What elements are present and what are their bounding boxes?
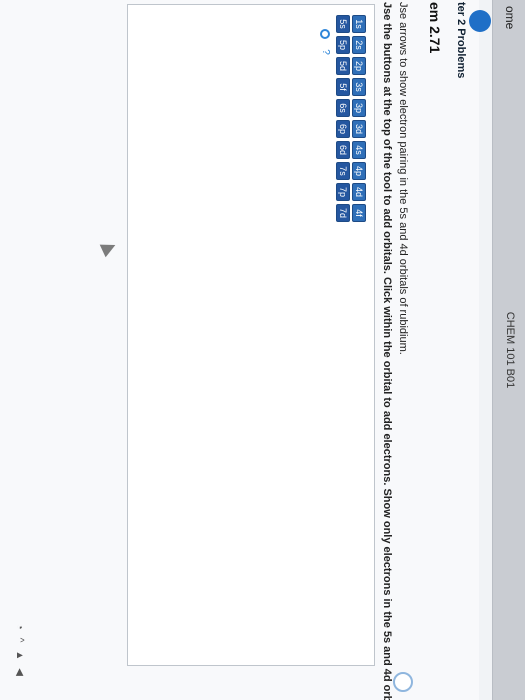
orbital-button-5p[interactable]: 5p xyxy=(336,36,350,54)
tool-icon-row: ? xyxy=(320,29,331,57)
orbital-button-1s[interactable]: 1s xyxy=(352,15,366,33)
orbital-button-3s[interactable]: 3s xyxy=(352,78,366,96)
orbital-button-2p[interactable]: 2p xyxy=(352,57,366,75)
user-icon[interactable]: ◔ xyxy=(14,624,25,630)
volume-icon[interactable]: ◀ xyxy=(14,668,25,676)
instruction-line-2: Jse the buttons at the top of the tool t… xyxy=(381,2,393,700)
orbital-button-6s[interactable]: 6s xyxy=(336,99,350,117)
system-tray: ◔ ^ ▲ ◀ xyxy=(14,624,25,676)
orbital-button-4f[interactable]: 4f xyxy=(352,204,366,222)
scroll-handle[interactable] xyxy=(393,672,413,692)
reset-icon[interactable] xyxy=(320,29,330,39)
rotated-screen: ome CHEM 101 B01 ter 2 Problems em 2.71 … xyxy=(0,0,525,700)
orbital-button-5f[interactable]: 5f xyxy=(336,78,350,96)
orbital-button-row-2: 5s 5p 5d 5f 6s 6p 6d 7s 7p 7d xyxy=(336,15,350,222)
orbital-button-row-1: 1s 2s 2p 3s 3p 3d 4s 4p 4d 4f xyxy=(352,15,366,222)
notification-badge[interactable] xyxy=(469,10,491,32)
orbital-button-2s[interactable]: 2s xyxy=(352,36,366,54)
orbital-button-5s[interactable]: 5s xyxy=(336,15,350,33)
orbital-button-4d[interactable]: 4d xyxy=(352,183,366,201)
chevron-up-icon[interactable]: ^ xyxy=(14,638,25,643)
orbital-button-7p[interactable]: 7p xyxy=(336,183,350,201)
help-icon[interactable]: ? xyxy=(320,47,331,57)
network-icon[interactable]: ▲ xyxy=(14,650,25,660)
orbital-button-7s[interactable]: 7s xyxy=(336,162,350,180)
orbital-button-4s[interactable]: 4s xyxy=(352,141,366,159)
orbital-button-3d[interactable]: 3d xyxy=(352,120,366,138)
orbital-button-6d[interactable]: 6d xyxy=(336,141,350,159)
orbital-button-5d[interactable]: 5d xyxy=(336,57,350,75)
top-bar: ome CHEM 101 B01 xyxy=(492,0,525,700)
breadcrumb-chapter[interactable]: ter 2 Problems xyxy=(455,2,467,78)
orbital-button-3p[interactable]: 3p xyxy=(352,99,366,117)
page-title: em 2.71 xyxy=(427,2,443,54)
course-title: CHEM 101 B01 xyxy=(504,311,516,389)
orbital-button-4p[interactable]: 4p xyxy=(352,162,366,180)
instruction-line-1: Jse arrows to show electron pairing in t… xyxy=(397,2,409,355)
orbital-button-6p[interactable]: 6p xyxy=(336,120,350,138)
orbital-button-7d[interactable]: 7d xyxy=(336,204,350,222)
orbital-tool-panel[interactable]: 1s 2s 2p 3s 3p 3d 4s 4p 4d 4f 5s 5p 5d 5… xyxy=(99,4,375,666)
